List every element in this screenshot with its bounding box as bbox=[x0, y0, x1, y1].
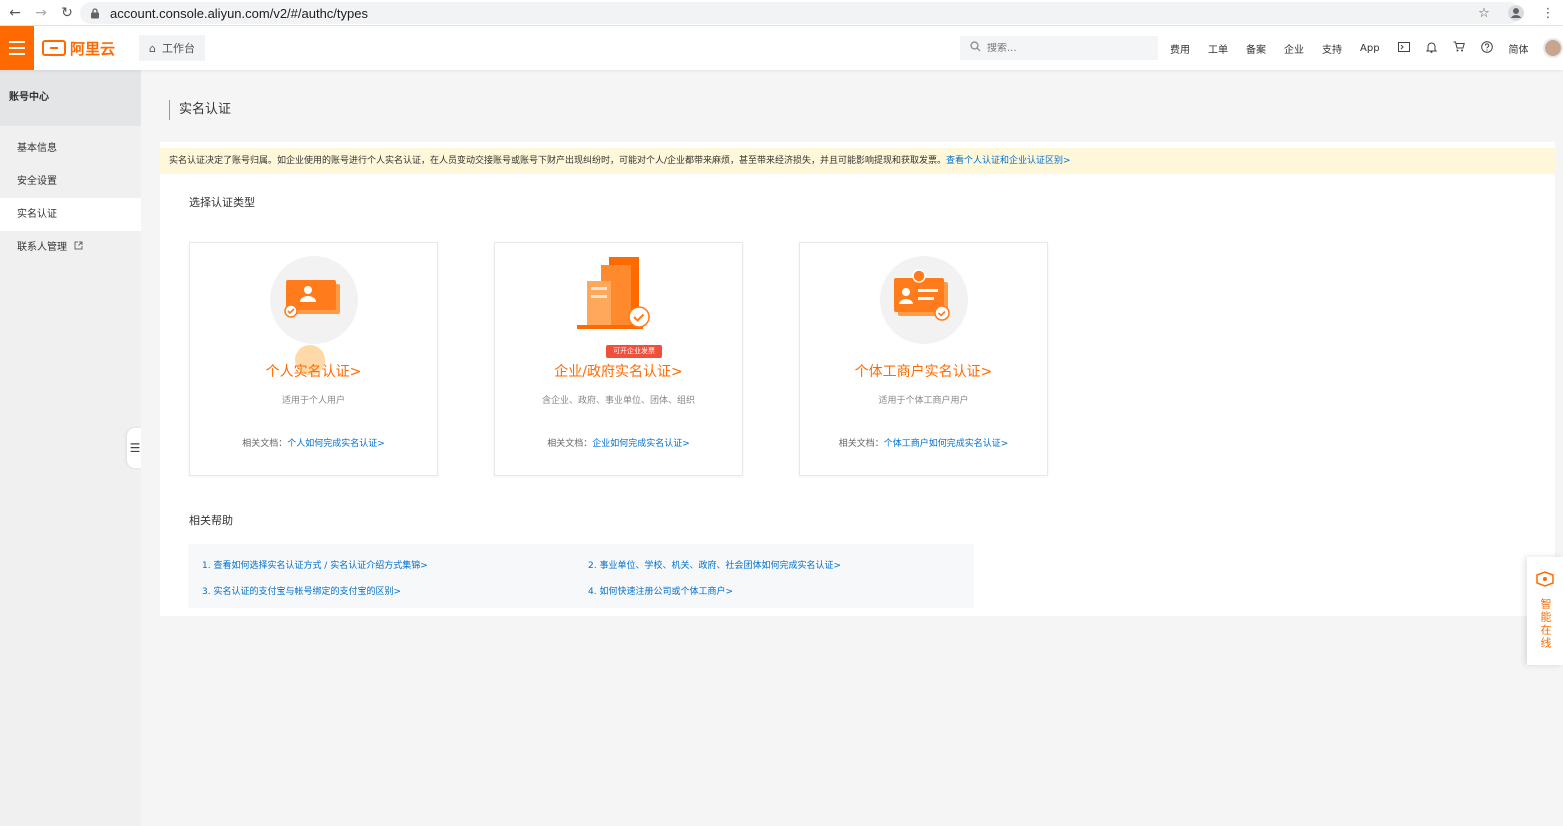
assistant-icon bbox=[1535, 571, 1555, 590]
cart-icon[interactable] bbox=[1453, 41, 1465, 55]
nav-link-enterprise[interactable]: 企业 bbox=[1284, 41, 1304, 56]
doc-prefix: 相关文档： bbox=[242, 439, 288, 449]
sidebar-item-real-name[interactable]: 实名认证 bbox=[0, 198, 141, 231]
search-icon bbox=[970, 41, 981, 55]
help-link-4[interactable]: 4. 如何快速注册公司或个体工商户> bbox=[588, 584, 733, 597]
business-license-icon bbox=[894, 269, 950, 321]
help-question-icon[interactable] bbox=[1480, 40, 1493, 56]
address-bar[interactable]: account.console.aliyun.com/v2/#/authc/ty… bbox=[80, 2, 1520, 24]
help-links-box: 1. 查看如何选择实名认证方式 / 实名认证介绍方式集锦> 2. 事业单位、学校… bbox=[188, 544, 974, 608]
aliyun-logo-icon bbox=[42, 40, 66, 56]
top-search-box[interactable] bbox=[960, 36, 1158, 60]
enterprise-building-icon bbox=[577, 257, 650, 329]
aliyun-logo[interactable]: 阿里云 bbox=[42, 38, 127, 59]
card-desc: 适用于个体工商户用户 bbox=[878, 396, 969, 406]
browser-menu-icon[interactable]: ⋮ bbox=[1537, 2, 1559, 24]
card-doc-link[interactable]: 企业如何完成实名认证> bbox=[592, 439, 690, 449]
individual-business-auth-card[interactable]: 个体工商户实名认证> 适用于个体工商户用户 相关文档：个体工商户如何完成实名认证… bbox=[799, 242, 1048, 476]
user-avatar[interactable] bbox=[1543, 38, 1563, 58]
select-type-label: 选择认证类型 bbox=[189, 196, 255, 209]
card-title[interactable]: 企业/政府实名认证> bbox=[495, 361, 742, 381]
home-icon: ⌂ bbox=[149, 41, 156, 55]
lock-icon bbox=[90, 8, 100, 19]
language-switch[interactable]: 简体 bbox=[1509, 41, 1529, 56]
personal-auth-card[interactable]: 个人实名认证> 适用于个人用户 相关文档：个人如何完成实名认证> bbox=[189, 242, 438, 476]
url-text: account.console.aliyun.com/v2/#/authc/ty… bbox=[110, 5, 368, 21]
sidebar-item-label: 实名认证 bbox=[17, 209, 57, 220]
help-label: 相关帮助 bbox=[189, 514, 233, 527]
nav-link-app[interactable]: App bbox=[1360, 43, 1380, 54]
workbench-label: 工作台 bbox=[161, 42, 195, 55]
assistant-label: 智能在线 bbox=[1539, 598, 1552, 650]
card-title[interactable]: 个体工商户实名认证> bbox=[800, 361, 1047, 381]
notice-link[interactable]: 查看个人认证和企业认证区别> bbox=[946, 156, 1071, 166]
nav-link-fees[interactable]: 费用 bbox=[1170, 41, 1190, 56]
notice-text: 实名认证决定了账号归属。如企业使用的账号进行个人实名认证，在人员变动交接账号或账… bbox=[169, 156, 947, 166]
sidebar-item-label: 安全设置 bbox=[17, 176, 57, 187]
sidebar-item-contacts[interactable]: 联系人管理 bbox=[0, 231, 141, 264]
card-doc: 相关文档：企业如何完成实名认证> bbox=[495, 436, 742, 449]
forward-arrow-icon[interactable]: → bbox=[30, 2, 52, 24]
search-input[interactable] bbox=[987, 42, 1147, 54]
page-title: 实名认证 bbox=[169, 100, 231, 120]
doc-prefix: 相关文档： bbox=[547, 439, 593, 449]
help-link-3[interactable]: 3. 实名认证的支付宝与帐号绑定的支付宝的区别> bbox=[202, 584, 401, 597]
bookmark-star-icon[interactable]: ☆ bbox=[1473, 2, 1495, 24]
terminal-icon[interactable] bbox=[1397, 41, 1410, 55]
sidebar-item-label: 联系人管理 bbox=[17, 242, 67, 253]
card-title[interactable]: 个人实名认证> bbox=[190, 361, 437, 381]
workbench-button[interactable]: ⌂ 工作台 bbox=[139, 35, 205, 61]
browser-toolbar: ← → ↻ account.console.aliyun.com/v2/#/au… bbox=[0, 0, 1563, 26]
help-link-2[interactable]: 2. 事业单位、学校、机关、政府、社会团体如何完成实名认证> bbox=[588, 558, 841, 571]
doc-prefix: 相关文档： bbox=[838, 439, 884, 449]
card-doc-link[interactable]: 个体工商户如何完成实名认证> bbox=[884, 439, 1009, 449]
card-doc: 相关文档：个体工商户如何完成实名认证> bbox=[800, 436, 1047, 449]
sidebar: 账号中心 基本信息 安全设置 实名认证 联系人管理 bbox=[0, 70, 141, 826]
content-panel: 实名认证决定了账号归属。如企业使用的账号进行个人实名认证，在人员变动交接账号或账… bbox=[160, 142, 1555, 616]
notice-banner: 实名认证决定了账号归属。如企业使用的账号进行个人实名认证，在人员变动交接账号或账… bbox=[160, 148, 1555, 174]
sidebar-item-label: 基本信息 bbox=[17, 143, 57, 154]
card-doc: 相关文档：个人如何完成实名认证> bbox=[190, 436, 437, 449]
profile-icon[interactable] bbox=[1505, 2, 1527, 24]
card-desc: 含企业、政府、事业单位、团体、组织 bbox=[541, 396, 695, 406]
smart-assistant-widget[interactable]: 智能在线 bbox=[1527, 557, 1563, 665]
bell-icon[interactable] bbox=[1425, 41, 1437, 56]
sidebar-item-basic-info[interactable]: 基本信息 bbox=[0, 132, 141, 165]
enterprise-auth-card[interactable]: 可开企业发票 企业/政府实名认证> 含企业、政府、事业单位、团体、组织 相关文档… bbox=[494, 242, 743, 476]
sidebar-title: 账号中心 bbox=[0, 70, 141, 126]
card-doc-link[interactable]: 个人如何完成实名认证> bbox=[287, 439, 385, 449]
menu-hamburger-icon[interactable] bbox=[0, 26, 34, 70]
help-link-1[interactable]: 1. 查看如何选择实名认证方式 / 实名认证介绍方式集锦> bbox=[202, 558, 428, 571]
card-icon-circle bbox=[270, 256, 358, 344]
invoice-badge: 可开企业发票 bbox=[606, 345, 662, 358]
console-top-nav: 阿里云 ⌂ 工作台 费用 工单 备案 企业 支持 App 简体 bbox=[0, 26, 1563, 70]
nav-link-icp[interactable]: 备案 bbox=[1246, 41, 1266, 56]
card-desc: 适用于个人用户 bbox=[281, 396, 345, 406]
personal-id-icon bbox=[284, 280, 340, 318]
sidebar-item-security[interactable]: 安全设置 bbox=[0, 165, 141, 198]
reload-icon[interactable]: ↻ bbox=[56, 2, 78, 24]
external-link-icon bbox=[74, 231, 83, 264]
logo-text: 阿里云 bbox=[70, 40, 116, 58]
main-area: 实名认证 实名认证决定了账号归属。如企业使用的账号进行个人实名认证，在人员变动交… bbox=[141, 70, 1563, 826]
back-arrow-icon[interactable]: ← bbox=[4, 2, 26, 24]
collapse-icon: ☰ bbox=[129, 441, 141, 455]
nav-link-tickets[interactable]: 工单 bbox=[1208, 41, 1228, 56]
nav-link-support[interactable]: 支持 bbox=[1322, 41, 1342, 56]
card-icon-circle bbox=[880, 256, 968, 344]
